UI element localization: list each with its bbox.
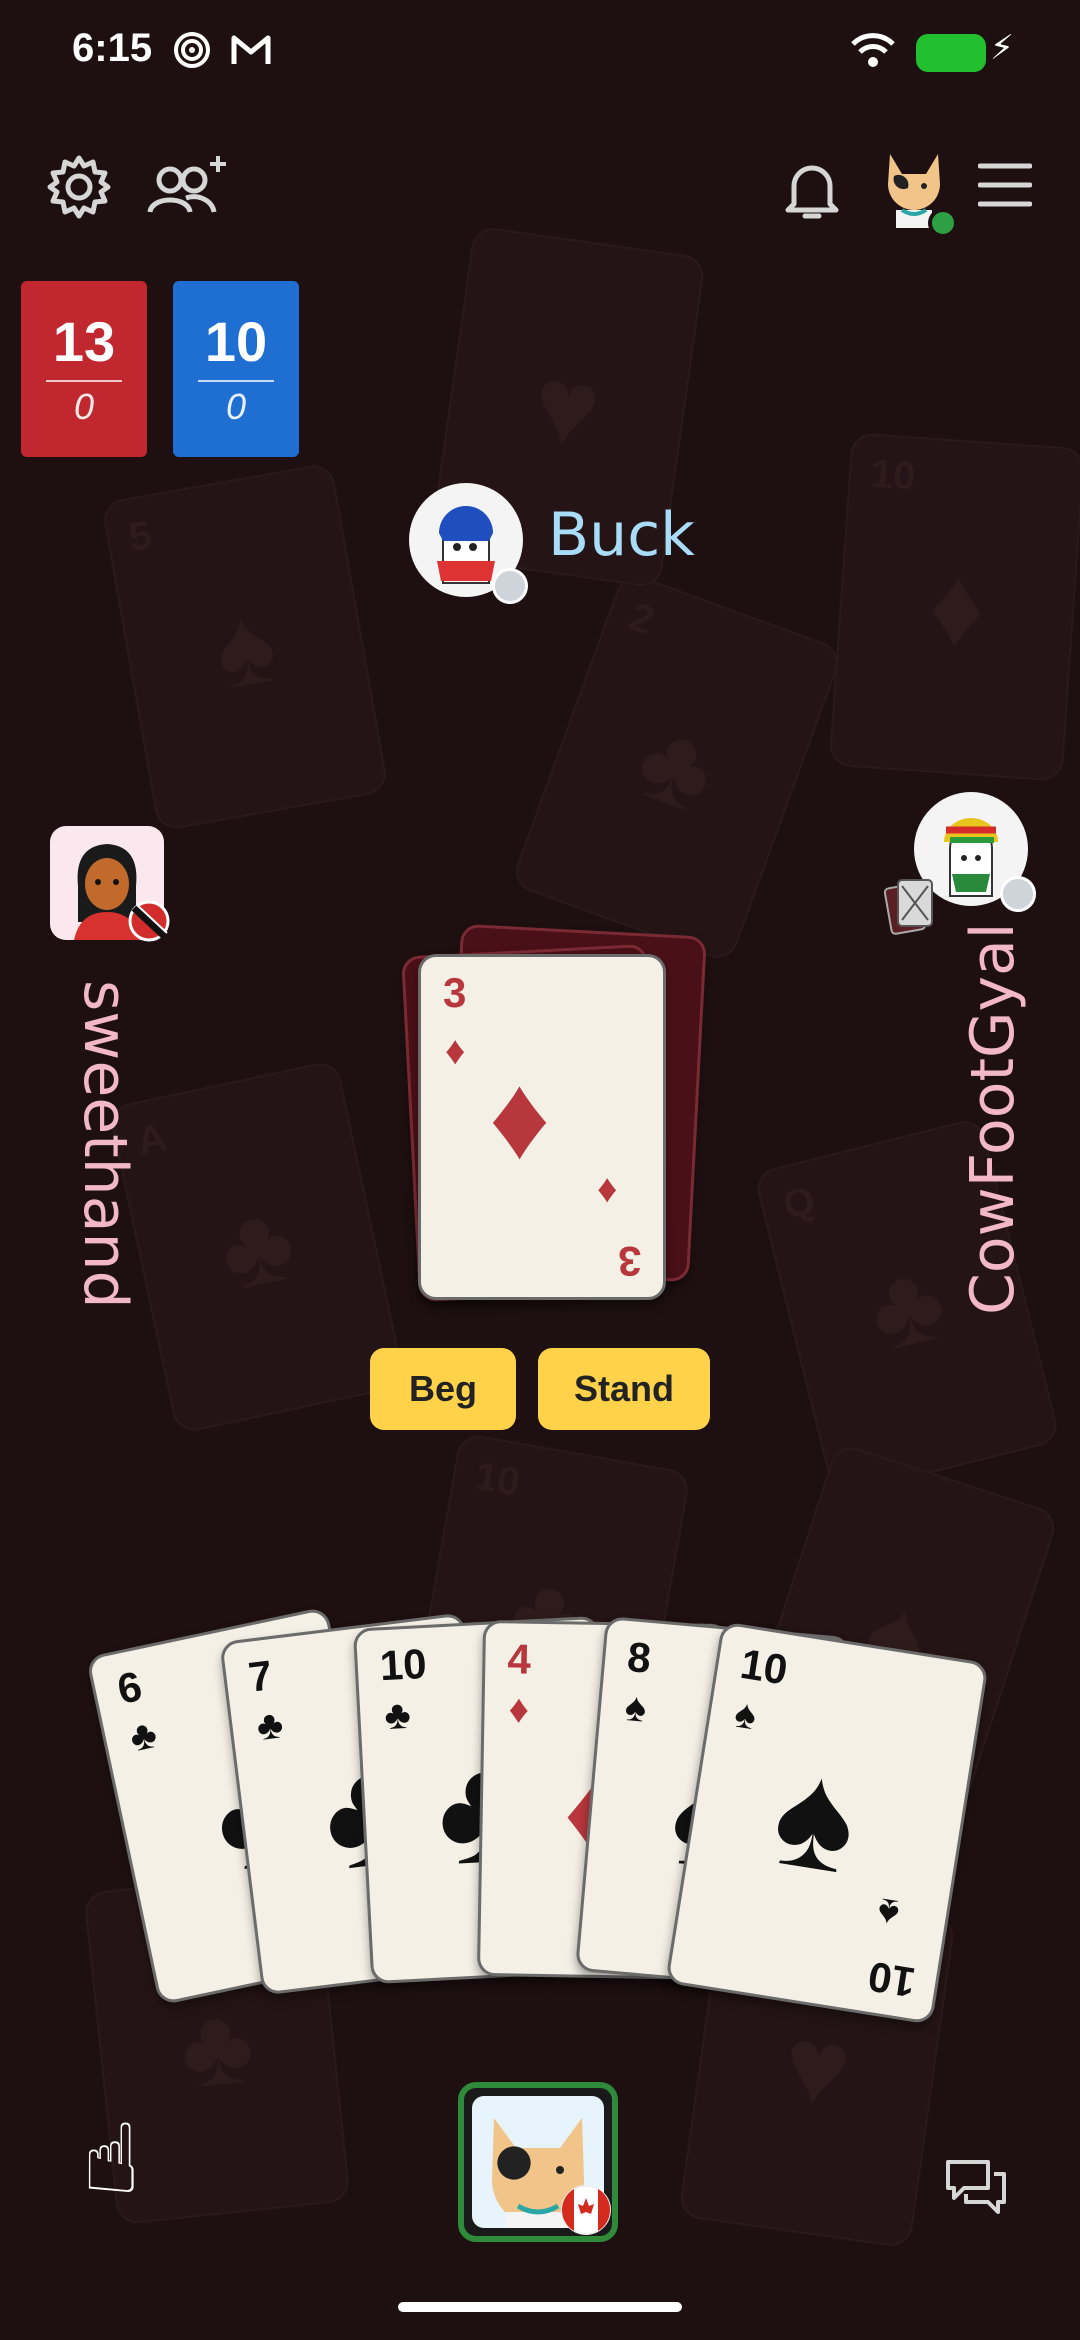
player-name-top: Buck [548, 500, 695, 570]
charging-icon: ⚡ [990, 29, 1014, 67]
player-name-right: CowFootGyal [958, 922, 1028, 1315]
card-rank: 6 [113, 1662, 146, 1713]
card-suit-bottom: ♠ [874, 1889, 903, 1937]
canada-flag-icon [561, 2185, 611, 2235]
status-time: 6:15 [72, 26, 153, 70]
team-score-red: 13 0 [21, 281, 147, 457]
card-rank: 10 [737, 1639, 791, 1694]
team-score-blue: 10 0 [173, 281, 299, 457]
bot-badge-icon [492, 568, 528, 604]
my-avatar[interactable] [458, 2082, 618, 2242]
card-rank-bottom: 10 [865, 1952, 919, 2007]
card-stack-icon [884, 879, 933, 935]
bell-icon[interactable] [784, 156, 840, 222]
team-score-red-points: 13 [52, 310, 116, 373]
card-suit: ♣ [254, 1702, 286, 1750]
trick-card-suit-small-bottom: ♦ [597, 1167, 618, 1211]
card-suit: ♣ [383, 1692, 412, 1739]
trick-card-rank-bottom: 3 [617, 1238, 641, 1285]
card-rank: 4 [507, 1635, 532, 1683]
trick-card-suit-small: ♦ [445, 1029, 466, 1073]
add-friends-icon[interactable] [146, 150, 232, 220]
trick-card-rank: 3 [443, 969, 467, 1016]
hamburger-menu-icon[interactable] [978, 162, 1032, 208]
pointing-finger-icon[interactable]: ☝ [82, 2112, 140, 2208]
trick-card-pip: ♦ [489, 1050, 551, 1184]
beg-button[interactable]: Beg [370, 1348, 516, 1430]
card-suit: ♠ [623, 1685, 649, 1731]
team-score-red-tricks: 0 [73, 386, 95, 427]
wifi-icon [851, 33, 895, 67]
gmail-icon [231, 35, 271, 64]
team-score-blue-tricks: 0 [225, 386, 247, 427]
player-name-left: sweethand [70, 980, 140, 1309]
hand-card[interactable]: 10 ♠ ♠ ♠ 10 [665, 1621, 989, 2025]
card-rank: 7 [245, 1651, 275, 1701]
status-bar: 6:15 ⚡ [0, 0, 1080, 110]
online-status-dot [928, 208, 958, 238]
home-indicator[interactable] [398, 2302, 682, 2312]
score-divider [46, 380, 122, 382]
hotspot-icon [174, 32, 210, 68]
flag-badge-icon [128, 900, 170, 942]
card-suit: ♠ [731, 1691, 760, 1739]
gear-icon[interactable] [44, 152, 114, 222]
trick-card: 3 ♦ ♦ ♦ 3 [418, 954, 666, 1300]
chat-icon[interactable] [944, 2158, 1008, 2216]
team-score-blue-points: 10 [204, 310, 268, 373]
battery-icon [916, 34, 986, 72]
card-suit: ♦ [508, 1687, 530, 1732]
card-rank: 8 [625, 1633, 653, 1682]
card-suit: ♣ [126, 1711, 161, 1761]
bot-badge-icon [1000, 876, 1036, 912]
card-rank: 10 [378, 1639, 428, 1690]
stand-button[interactable]: Stand [538, 1348, 710, 1430]
score-divider [198, 380, 274, 382]
card-pip: ♠ [763, 1726, 869, 1906]
